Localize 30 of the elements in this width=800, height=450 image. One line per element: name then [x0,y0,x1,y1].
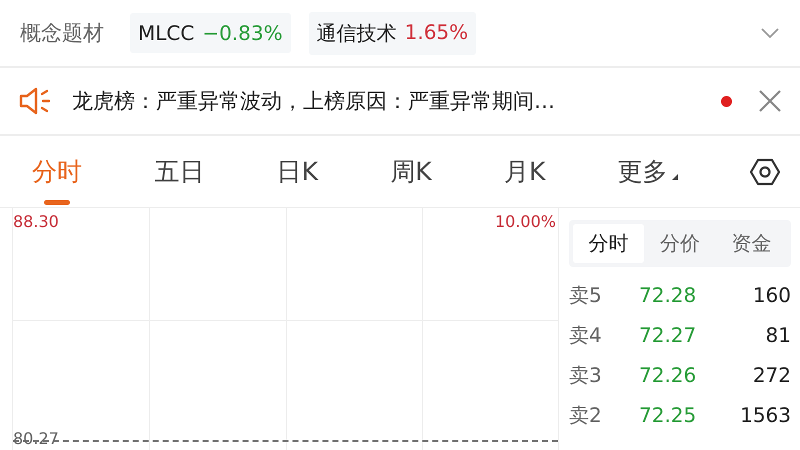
order-price: 72.25 [639,403,698,427]
side-tab[interactable]: 分价 [644,224,716,263]
percent-label: 10.00% [494,212,556,231]
close-icon[interactable] [758,89,782,113]
period-tab[interactable]: 日K [276,136,318,206]
order-volume: 81 [764,323,791,347]
order-label: 卖4 [569,322,603,348]
order-price: 72.27 [639,323,698,347]
settings-icon[interactable] [750,156,780,186]
order-volume: 1563 [739,403,791,427]
period-tab[interactable]: 五日 [154,136,204,206]
order-price: 72.26 [639,363,698,387]
side-tab[interactable]: 分时 [573,224,644,263]
chevron-down-icon[interactable] [760,27,780,39]
order-price: 72.28 [639,283,698,307]
order-label: 卖3 [569,362,603,388]
period-tab[interactable]: 月K [504,136,546,206]
order-label: 卖2 [569,402,603,428]
concept-tag[interactable]: MLCC −0.83% [130,13,291,53]
price-label: 88.30 [13,212,59,231]
concept-tag[interactable]: 通信技术 1.65% [308,12,476,54]
concept-label: 概念题材 [20,20,104,47]
side-tab[interactable]: 资金 [716,224,787,263]
period-tab[interactable]: 周K [390,136,432,206]
notice-text[interactable]: 龙虎榜：严重异常波动，上榜原因：严重异常期间… [72,87,721,115]
order-label: 卖5 [569,282,603,308]
order-volume: 160 [752,283,791,307]
period-tab[interactable]: 更多 [618,136,678,206]
speaker-icon [18,86,52,116]
order-volume: 272 [752,363,791,387]
